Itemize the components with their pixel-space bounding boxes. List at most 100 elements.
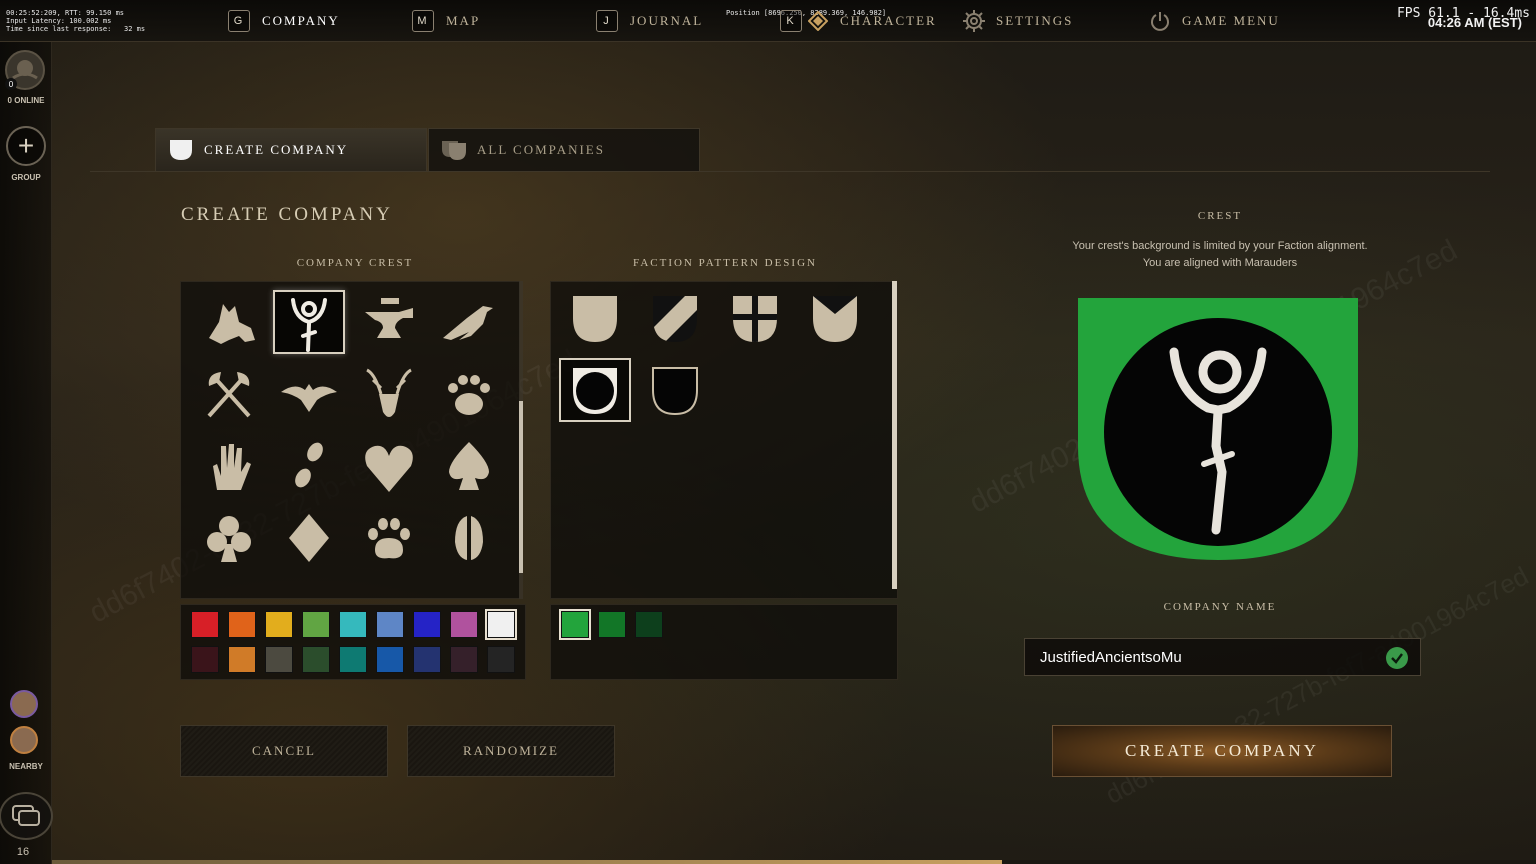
faction-color-swatch[interactable] (635, 611, 663, 638)
faction-pattern-option[interactable] (559, 286, 631, 350)
icon-color-swatch[interactable] (413, 646, 441, 673)
crest-icon-option[interactable] (193, 290, 265, 354)
crest-icon-option[interactable] (353, 578, 425, 599)
company-name-label: COMPANY NAME (1163, 601, 1277, 613)
wolf-paw-icon (368, 518, 410, 559)
add-group-button[interactable]: + (6, 126, 46, 166)
chat-button[interactable] (0, 792, 53, 840)
faction-pattern-option[interactable] (559, 358, 631, 422)
crest-icon-option[interactable] (433, 434, 505, 498)
faction-pattern-option[interactable] (799, 286, 871, 350)
circle-shield-icon (573, 368, 617, 414)
nav-settings[interactable]: SETTINGS (962, 9, 1073, 33)
icon-color-swatch[interactable] (413, 611, 441, 638)
faction-pattern-option[interactable] (719, 286, 791, 350)
crest-icon-option[interactable] (433, 362, 505, 426)
icon-color-swatch[interactable] (339, 646, 367, 673)
icon-color-swatch[interactable] (191, 611, 219, 638)
cancel-button[interactable]: CANCEL (180, 725, 388, 777)
debug-overlay: 00:25:52:209, RTT: 99.150 ms Input Laten… (6, 9, 145, 33)
icon-color-swatch[interactable] (265, 611, 293, 638)
diamond-icon (289, 514, 329, 562)
shields-icon (442, 141, 466, 160)
nearby-player-avatar[interactable] (10, 690, 38, 718)
chevron-shield-icon (813, 296, 857, 342)
xp-bar-fill (52, 860, 1002, 864)
nearby-label: NEARBY (9, 762, 43, 771)
crest-icon-option[interactable] (433, 290, 505, 354)
player-level: 16 (16, 846, 30, 858)
crest-icon-option[interactable] (273, 290, 345, 354)
crest-icon-option[interactable] (353, 434, 425, 498)
keybind-g: G (228, 10, 250, 32)
crest-icon-option[interactable] (193, 578, 265, 599)
crest-icon-option[interactable] (193, 434, 265, 498)
icon-color-swatch[interactable] (191, 646, 219, 673)
icon-color-swatch[interactable] (302, 646, 330, 673)
tab-create-company[interactable]: CREATE COMPANY (155, 128, 427, 171)
icon-color-swatch[interactable] (376, 646, 404, 673)
crest-icon-picker (180, 281, 520, 599)
wolf-icon (209, 304, 255, 344)
icon-color-swatch[interactable] (228, 646, 256, 673)
nav-character[interactable]: K CHARACTER (780, 9, 937, 33)
nearby-player-avatar[interactable] (10, 726, 38, 754)
crest-icon-option[interactable] (273, 434, 345, 498)
icon-color-swatch[interactable] (339, 611, 367, 638)
shield-icon (170, 140, 192, 160)
crest-icon-option[interactable] (273, 578, 345, 599)
nav-journal[interactable]: J JOURNAL (596, 9, 703, 33)
crest-icon-option[interactable] (353, 362, 425, 426)
horns-icon (279, 580, 339, 599)
faction-pattern-option[interactable] (639, 358, 711, 422)
pattern-scrollbar[interactable] (892, 281, 897, 589)
icon-scrollbar-track[interactable] (519, 281, 523, 599)
icon-color-swatch[interactable] (485, 609, 517, 640)
nav-company[interactable]: G COMPANY (228, 9, 340, 33)
stag-icon (366, 368, 412, 417)
tab-all-companies[interactable]: ALL COMPANIES (428, 128, 700, 171)
faction-pattern-option[interactable] (639, 286, 711, 350)
gear-icon (962, 9, 986, 33)
anvil-icon (365, 298, 413, 338)
valid-check-icon (1386, 647, 1408, 669)
faction-color-swatch[interactable] (559, 609, 591, 640)
crest-icon-option[interactable] (193, 362, 265, 426)
icon-color-swatch[interactable] (228, 611, 256, 638)
crest-icon-option[interactable] (353, 290, 425, 354)
icon-scrollbar-thumb[interactable] (519, 401, 523, 573)
crest-icon-option[interactable] (273, 362, 345, 426)
eagle-icon (281, 384, 337, 412)
icon-color-swatch[interactable] (450, 646, 478, 673)
page-title: CREATE COMPANY (181, 204, 393, 225)
icon-color-swatch[interactable] (376, 611, 404, 638)
faction-color-palette (550, 604, 898, 680)
group-label: GROUP (11, 173, 41, 182)
player-avatar[interactable]: 0 (5, 50, 45, 90)
nav-game-menu[interactable]: GAME MENU (1148, 9, 1280, 33)
crest-icon-option[interactable] (273, 506, 345, 570)
crest-icon-option[interactable] (353, 506, 425, 570)
social-sidebar: 0 0 ONLINE + GROUP NEARBY 16 (0, 42, 53, 864)
randomize-button[interactable]: RANDOMIZE (407, 725, 615, 777)
icon-color-swatch[interactable] (487, 646, 515, 673)
cross-icon (359, 580, 419, 599)
icon-color-swatch[interactable] (302, 611, 330, 638)
crossed-axes-icon (207, 372, 251, 418)
company-name-input[interactable]: JustifiedAncientsoMu (1024, 638, 1421, 676)
faction-color-swatch[interactable] (598, 611, 626, 638)
cross-shield-icon (733, 296, 777, 342)
icon-color-swatch[interactable] (265, 646, 293, 673)
nav-map[interactable]: M MAP (412, 9, 480, 33)
crest-icon-option[interactable] (433, 506, 505, 570)
nav-settings-label: SETTINGS (996, 13, 1074, 28)
top-nav-bar: 00:25:52:209, RTT: 99.150 ms Input Laten… (0, 0, 1536, 42)
tab-create-company-label: CREATE COMPANY (204, 142, 349, 157)
diagonal-shield-icon (653, 296, 697, 342)
create-company-button[interactable]: CREATE COMPANY (1052, 725, 1392, 777)
crest-icon-option[interactable] (193, 506, 265, 570)
icon-color-swatch[interactable] (450, 611, 478, 638)
keybind-j: J (596, 10, 618, 32)
clock: 04:26 AM (EST) (1427, 15, 1522, 30)
fan-icon (199, 580, 259, 599)
